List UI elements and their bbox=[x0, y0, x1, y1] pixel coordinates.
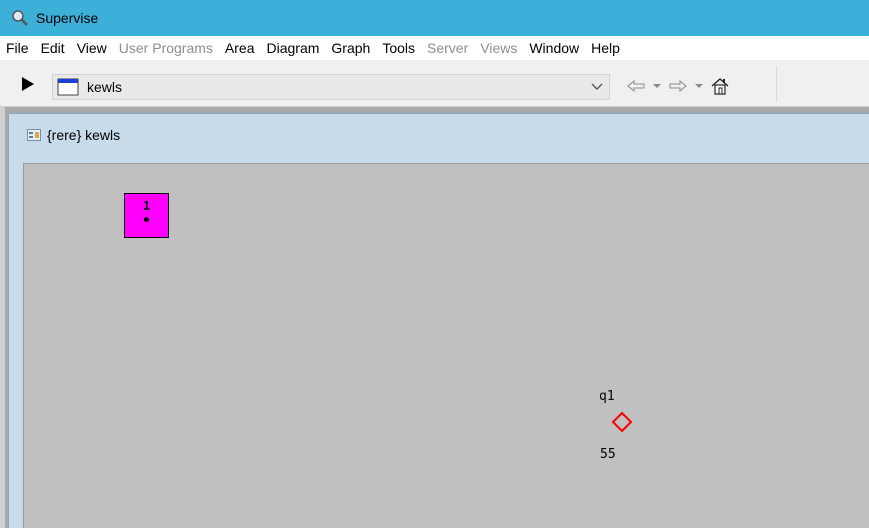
diagram-canvas[interactable]: 1 q1 55 bbox=[23, 163, 869, 528]
menu-views[interactable]: Views bbox=[480, 38, 525, 58]
toolbar: kewls bbox=[0, 60, 869, 107]
menu-area[interactable]: Area bbox=[225, 38, 263, 58]
node-name-label: q1 bbox=[599, 389, 615, 404]
diamond-node-icon[interactable] bbox=[611, 411, 633, 433]
diagram-block[interactable]: 1 bbox=[124, 193, 169, 238]
menu-diagram[interactable]: Diagram bbox=[267, 38, 328, 58]
magnifier-app-icon bbox=[10, 8, 30, 28]
diagram-child-window[interactable]: {rere} kewls 1 q1 55 bbox=[8, 113, 869, 528]
menu-tools[interactable]: Tools bbox=[382, 38, 423, 58]
diagram-selector-combo[interactable]: kewls bbox=[52, 74, 610, 100]
title-bar: Supervise bbox=[0, 0, 869, 36]
menu-window[interactable]: Window bbox=[529, 38, 587, 58]
window-title: Supervise bbox=[36, 10, 99, 26]
back-arrow-icon[interactable] bbox=[624, 74, 648, 98]
combo-value: kewls bbox=[87, 79, 123, 95]
block-dot bbox=[144, 217, 149, 222]
mdi-area: {rere} kewls 1 q1 55 bbox=[0, 107, 869, 528]
chevron-down-icon[interactable] bbox=[589, 79, 605, 95]
navigation-buttons bbox=[624, 74, 732, 98]
child-window-title-bar[interactable]: {rere} kewls bbox=[9, 114, 869, 156]
child-window-title: {rere} kewls bbox=[47, 127, 121, 143]
node-value-label: 55 bbox=[600, 447, 616, 462]
menu-help[interactable]: Help bbox=[591, 38, 628, 58]
home-icon[interactable] bbox=[708, 74, 732, 98]
toolbar-separator bbox=[776, 66, 777, 102]
block-number: 1 bbox=[142, 199, 151, 213]
mdi-left-edge bbox=[0, 107, 5, 528]
menu-file[interactable]: File bbox=[6, 38, 37, 58]
forward-arrow-icon[interactable] bbox=[666, 74, 690, 98]
menu-view[interactable]: View bbox=[77, 38, 115, 58]
play-icon[interactable] bbox=[18, 74, 38, 94]
menu-edit[interactable]: Edit bbox=[41, 38, 73, 58]
diagram-window-icon bbox=[27, 129, 41, 141]
menu-bar: File Edit View User Programs Area Diagra… bbox=[0, 36, 869, 60]
menu-graph[interactable]: Graph bbox=[331, 38, 378, 58]
forward-dropdown-icon[interactable] bbox=[690, 74, 708, 98]
supervise-window: Supervise File Edit View User Programs A… bbox=[0, 0, 869, 528]
menu-server[interactable]: Server bbox=[427, 38, 476, 58]
back-dropdown-icon[interactable] bbox=[648, 74, 666, 98]
window-icon bbox=[57, 78, 79, 96]
menu-user-programs[interactable]: User Programs bbox=[119, 38, 221, 58]
